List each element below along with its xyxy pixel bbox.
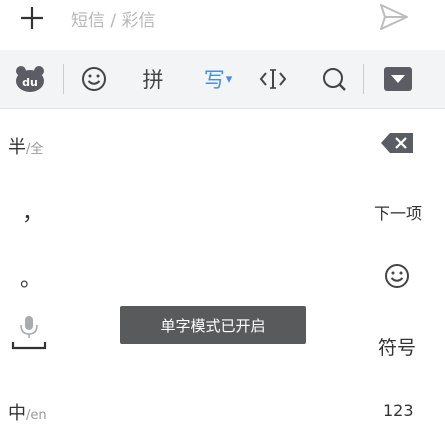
toolbar-divider — [63, 64, 64, 94]
message-input[interactable]: 短信 / 彩信 — [71, 6, 156, 31]
emoji-icon[interactable] — [78, 50, 110, 108]
handwriting-keyboard: 半/全 ， 下一项 。 单字模式已开启 符号 中/en 123 — [0, 109, 445, 424]
half-full-width-toggle[interactable]: 半/全 — [8, 133, 43, 159]
send-icon[interactable] — [378, 2, 410, 32]
comma-key[interactable]: ， — [22, 195, 44, 227]
single-char-mode-toast: 单字模式已开启 — [120, 306, 306, 344]
cursor-move-icon[interactable] — [257, 50, 289, 108]
handwrite-label: 写 — [203, 68, 225, 92]
search-icon[interactable] — [318, 50, 350, 108]
dropdown-arrow-icon: ▾ — [225, 71, 233, 87]
emoji-key-icon[interactable] — [384, 263, 410, 289]
pinyin-mode-button[interactable]: 拼 — [138, 50, 168, 108]
half-width-label: 半 — [8, 137, 26, 158]
english-label: /en — [26, 408, 47, 423]
symbol-key[interactable]: 符号 — [378, 333, 416, 360]
svg-text:du: du — [22, 76, 38, 89]
backspace-icon[interactable] — [380, 132, 414, 154]
collapse-keyboard-icon[interactable] — [381, 50, 415, 108]
chinese-english-toggle[interactable]: 中/en — [8, 399, 47, 425]
plus-icon[interactable] — [18, 4, 46, 32]
voice-space-key[interactable] — [10, 312, 48, 352]
compose-bar: 短信 / 彩信 — [0, 0, 445, 38]
full-width-label: /全 — [26, 142, 44, 157]
next-item-key[interactable]: 下一项 — [374, 200, 422, 224]
handwrite-mode-button[interactable]: 写 ▾ — [198, 50, 238, 108]
numeric-key[interactable]: 123 — [383, 401, 414, 420]
keyboard-toolbar: du 拼 写 ▾ — [0, 50, 445, 109]
baidu-logo-icon[interactable]: du — [10, 50, 50, 108]
period-key[interactable]: 。 — [20, 261, 42, 293]
toolbar-divider — [363, 64, 364, 94]
